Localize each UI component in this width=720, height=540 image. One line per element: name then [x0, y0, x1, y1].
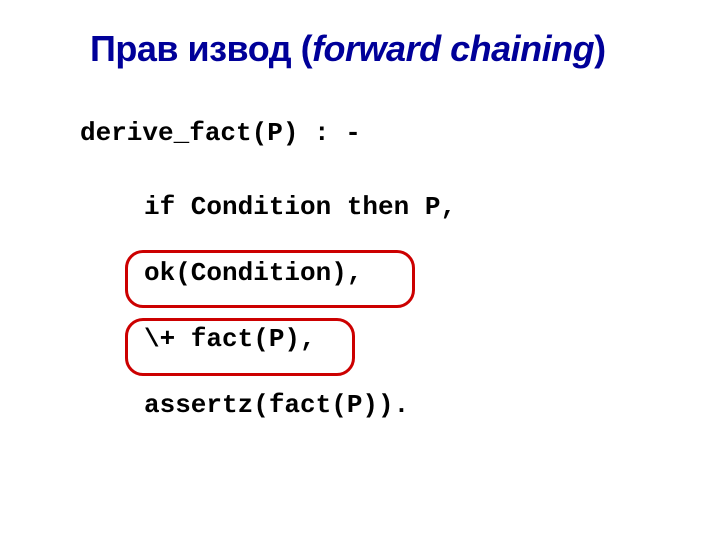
code-line-4: \+ fact(P), [80, 326, 456, 352]
code-line-5: assertz(fact(P)). [80, 392, 456, 418]
code-line-3: ok(Condition), [80, 260, 456, 286]
title-prefix: Прав извод ( [90, 28, 312, 69]
code-line-1: derive_fact(P) : - [80, 120, 456, 146]
slide-title: Прав извод (forward chaining) [90, 28, 606, 70]
title-italic: forward chaining [312, 28, 594, 69]
code-block: derive_fact(P) : - if Condition then P, … [80, 120, 456, 458]
title-suffix: ) [594, 28, 606, 69]
code-line-2: if Condition then P, [80, 194, 456, 220]
